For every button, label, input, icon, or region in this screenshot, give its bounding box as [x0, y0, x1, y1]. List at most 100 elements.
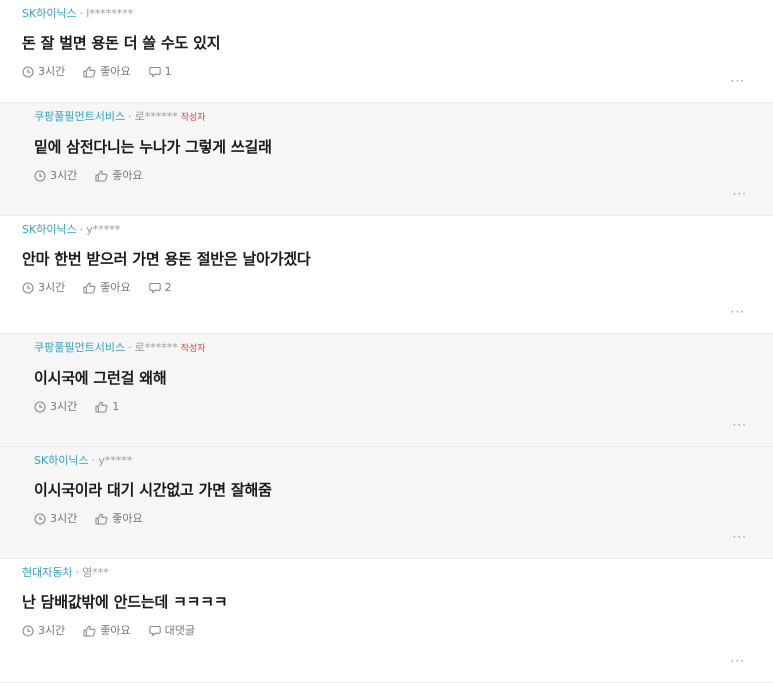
like-label: 1 — [112, 400, 120, 413]
time-stamp: 3시간 — [34, 512, 77, 526]
time-stamp: 3시간 — [22, 281, 65, 295]
like-label: 좋아요 — [100, 65, 131, 78]
comment-actions: 3시간 좋아요 대댓글 — [22, 624, 773, 638]
speech-bubble-icon — [148, 282, 165, 294]
like-button[interactable]: 좋아요 — [95, 169, 143, 183]
comment-actions: 3시간 좋아요 2 — [22, 281, 773, 295]
meta-separator: · — [128, 341, 132, 354]
reply-button[interactable]: 1 — [148, 65, 172, 79]
like-label: 좋아요 — [100, 281, 131, 294]
reply-label: 대댓글 — [164, 624, 195, 637]
comment-actions: 3시간 좋아요 1 — [22, 65, 773, 79]
meta-separator: · — [79, 223, 84, 236]
company-name[interactable]: SK하이닉스 — [22, 7, 77, 20]
comment-meta: 쿠팡풀필먼트서비스 · 로****** 작성자 — [34, 334, 773, 356]
like-label: 좋아요 — [112, 512, 143, 525]
time-stamp: 3시간 — [34, 169, 77, 183]
time-text: 3시간 — [50, 400, 78, 413]
thumbs-up-icon — [83, 66, 100, 78]
more-options-button[interactable]: ··· — [731, 306, 745, 318]
clock-icon — [22, 282, 38, 294]
time-text: 3시간 — [38, 65, 66, 78]
reply-item: SK하이닉스 · y***** 이시국이라 대기 시간없고 가면 잘해줌 3시간 좋아요 ·… — [0, 447, 773, 559]
time-text: 3시간 — [50, 512, 78, 525]
thumbs-up-icon — [83, 282, 100, 294]
comment-text: 이시국이라 대기 시간없고 가면 잘해줌 — [34, 481, 272, 499]
reply-item: 쿠팡풀필먼트서비스 · 로****** 작성자이시국에 그런걸 왜해 3시간 1 ··· — [0, 334, 773, 447]
more-options-button[interactable]: ··· — [731, 655, 745, 667]
clock-icon — [22, 625, 38, 637]
author-badge: 작성자 — [180, 344, 206, 354]
comment-text: 안마 한번 받으러 가면 용돈 절반은 날아가겠다 — [22, 250, 311, 268]
company-name[interactable]: SK하이닉스 — [34, 454, 89, 467]
comment-content: SK하이닉스 · l******** 돈 잘 벌면 용돈 더 쓸 수도 있지 3시간 좋아… — [0, 0, 773, 79]
comment-content: 쿠팡풀필먼트서비스 · 로****** 작성자밑에 삼전다니는 누나가 그렇게 쓰길래… — [12, 103, 773, 183]
thumbs-up-icon — [95, 170, 112, 182]
comment-meta: 현대자동차 · 영*** — [22, 559, 773, 580]
comment-content: SK하이닉스 · y***** 안마 한번 받으러 가면 용돈 절반은 날아가겠다 3시… — [0, 216, 773, 295]
time-text: 3시간 — [50, 169, 78, 182]
comment-content: 현대자동차 · 영*** 난 담배값밖에 안드는데 ㅋㅋㅋㅋ 3시간 좋아요 대댓글 — [0, 559, 773, 638]
comment-text: 돈 잘 벌면 용돈 더 쓸 수도 있지 — [22, 34, 221, 52]
company-name[interactable]: SK하이닉스 — [22, 223, 77, 236]
speech-bubble-icon — [148, 66, 165, 78]
comment-meta: SK하이닉스 · y***** — [34, 447, 773, 468]
speech-bubble-icon — [148, 625, 165, 637]
more-options-button[interactable]: ··· — [733, 531, 747, 543]
reply-label: 2 — [164, 281, 172, 294]
clock-icon — [22, 66, 38, 78]
author-name: l******** — [86, 7, 134, 20]
comment-text: 난 담배값밖에 안드는데 ㅋㅋㅋㅋ — [22, 593, 228, 611]
time-stamp: 3시간 — [22, 65, 65, 79]
thumbs-up-icon — [95, 513, 112, 525]
clock-icon — [34, 170, 50, 182]
author-name: 영*** — [82, 566, 109, 579]
reply-button[interactable]: 대댓글 — [148, 624, 195, 638]
comment-actions: 3시간 좋아요 — [34, 169, 773, 183]
company-name[interactable]: 현대자동차 — [22, 566, 73, 579]
more-options-button[interactable]: ··· — [733, 188, 747, 200]
more-options-button[interactable]: ··· — [733, 419, 747, 431]
comment-content: SK하이닉스 · y***** 이시국이라 대기 시간없고 가면 잘해줌 3시간 좋아요 — [12, 447, 773, 526]
meta-separator: · — [79, 7, 84, 20]
comment-actions: 3시간 1 — [34, 400, 773, 414]
like-button[interactable]: 1 — [95, 400, 119, 414]
comment-meta: 쿠팡풀필먼트서비스 · 로****** 작성자 — [34, 103, 773, 125]
comment-list: SK하이닉스 · l******** 돈 잘 벌면 용돈 더 쓸 수도 있지 3시간 좋아… — [0, 0, 773, 683]
like-label: 좋아요 — [100, 624, 131, 637]
clock-icon — [34, 401, 50, 413]
comment-actions: 3시간 좋아요 — [34, 512, 773, 526]
author-name: y***** — [86, 223, 121, 236]
clock-icon — [34, 513, 50, 525]
like-button[interactable]: 좋아요 — [83, 281, 131, 295]
like-label: 좋아요 — [112, 169, 143, 182]
comment-text: 이시국에 그런걸 왜해 — [34, 369, 167, 387]
reply-item: 쿠팡풀필먼트서비스 · 로****** 작성자밑에 삼전다니는 누나가 그렇게 쓰길래… — [0, 103, 773, 216]
comment-content: 쿠팡풀필먼트서비스 · 로****** 작성자이시국에 그런걸 왜해 3시간 1 — [12, 334, 773, 414]
comment-meta: SK하이닉스 · l******** — [22, 0, 773, 21]
thumbs-up-icon — [83, 625, 100, 637]
like-button[interactable]: 좋아요 — [83, 65, 131, 79]
author-name: y***** — [98, 454, 133, 467]
more-options-button[interactable]: ··· — [731, 75, 745, 87]
company-name[interactable]: 쿠팡풀필먼트서비스 — [34, 110, 125, 123]
comment-item: 현대자동차 · 영*** 난 담배값밖에 안드는데 ㅋㅋㅋㅋ 3시간 좋아요 대댓글 ··· — [0, 559, 773, 683]
comment-item: SK하이닉스 · l******** 돈 잘 벌면 용돈 더 쓸 수도 있지 3시간 좋아… — [0, 0, 773, 103]
time-stamp: 3시간 — [22, 624, 65, 638]
author-name: 로****** — [134, 341, 178, 354]
reply-label: 1 — [164, 65, 172, 78]
meta-separator: · — [75, 566, 80, 579]
author-badge: 작성자 — [180, 113, 206, 123]
company-name[interactable]: 쿠팡풀필먼트서비스 — [34, 341, 125, 354]
reply-button[interactable]: 2 — [148, 281, 172, 295]
like-button[interactable]: 좋아요 — [95, 512, 143, 526]
comment-item: SK하이닉스 · y***** 안마 한번 받으러 가면 용돈 절반은 날아가겠다 3시… — [0, 216, 773, 334]
meta-separator: · — [128, 110, 132, 123]
comment-meta: SK하이닉스 · y***** — [22, 216, 773, 237]
comment-text: 밑에 삼전다니는 누나가 그렇게 쓰길래 — [34, 138, 272, 156]
thumbs-up-icon — [95, 401, 112, 413]
time-stamp: 3시간 — [34, 400, 77, 414]
author-name: 로****** — [134, 110, 178, 123]
time-text: 3시간 — [38, 281, 66, 294]
like-button[interactable]: 좋아요 — [83, 624, 131, 638]
